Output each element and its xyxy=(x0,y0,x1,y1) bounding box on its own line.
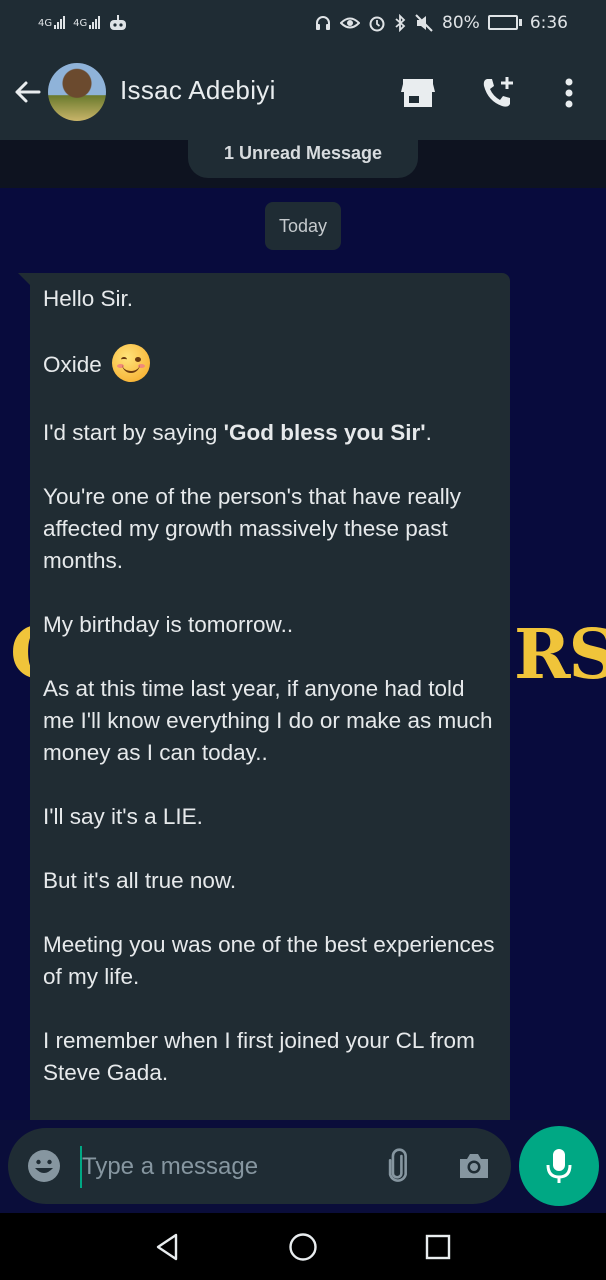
battery-percent: 80% xyxy=(442,12,480,33)
chat-area[interactable]: C RS 1 Unread Message Today Hello Sir. O… xyxy=(0,140,606,1120)
camera-icon[interactable] xyxy=(456,1148,492,1184)
headphones-icon xyxy=(316,15,331,30)
attach-icon[interactable] xyxy=(382,1148,418,1184)
store-icon[interactable] xyxy=(400,75,436,111)
nav-recents-icon[interactable] xyxy=(422,1231,454,1263)
message-line: I remember when I first joined your CL f… xyxy=(43,1028,475,1085)
back-arrow-icon[interactable] xyxy=(12,77,42,107)
message-line: But it's all true now. xyxy=(43,868,237,893)
composer-bar xyxy=(0,1120,606,1213)
network-type-1: 4G xyxy=(38,18,53,29)
bold-text: 'God bless you Sir' xyxy=(223,420,426,445)
status-bar: 4G 4G 80% 6:36 xyxy=(0,0,606,45)
avatar[interactable] xyxy=(48,63,106,121)
message-line: Oxide xyxy=(43,344,497,385)
status-time: 6:36 xyxy=(529,12,568,33)
battery-icon xyxy=(487,15,522,30)
status-left: 4G 4G xyxy=(38,14,128,32)
bluetooth-icon xyxy=(395,13,406,32)
message-line: I'll say it's a LIE. xyxy=(43,804,203,829)
nav-back-icon[interactable] xyxy=(152,1231,184,1263)
background-brand-right: RS xyxy=(514,615,606,695)
system-nav-bar xyxy=(0,1213,606,1280)
message-line: Hello Sir. xyxy=(43,286,134,311)
unread-banner-strip: 1 Unread Message xyxy=(0,140,606,188)
game-controller-icon xyxy=(110,14,127,30)
composer-box xyxy=(8,1128,511,1204)
eye-icon xyxy=(340,17,361,28)
smiling-face-emoji-icon xyxy=(112,344,151,382)
date-label: Today xyxy=(265,202,341,250)
message-line: Meeting you was one of the best experien… xyxy=(43,932,495,989)
chat-header: Issac Adebiyi xyxy=(0,45,606,140)
nav-home-icon[interactable] xyxy=(287,1231,319,1263)
message-line: My birthday is tomorrow.. xyxy=(43,612,294,637)
message-input[interactable] xyxy=(82,1146,372,1188)
message-line: You're one of the person's that have rea… xyxy=(43,484,462,573)
mic-icon xyxy=(546,1149,572,1183)
emoji-icon[interactable] xyxy=(26,1148,62,1184)
mic-button[interactable] xyxy=(519,1126,599,1206)
contact-name[interactable]: Issac Adebiyi xyxy=(120,75,276,106)
signal-icon: 4G xyxy=(38,16,66,29)
status-right: 80% 6:36 xyxy=(314,13,568,33)
more-vert-icon[interactable] xyxy=(555,75,583,111)
message-line: I'd start by saying 'God bless you Sir'. xyxy=(43,420,432,445)
incoming-message-bubble[interactable]: Hello Sir. Oxide I'd start by saying 'Go… xyxy=(30,273,510,1120)
mute-icon xyxy=(415,13,433,32)
add-call-icon[interactable] xyxy=(480,75,516,111)
network-type-2: 4G xyxy=(73,18,88,29)
signal-icon-2: 4G xyxy=(73,16,101,29)
unread-banner: 1 Unread Message xyxy=(188,140,418,178)
alarm-icon xyxy=(369,16,385,31)
message-line: As at this time last year, if anyone had… xyxy=(43,676,493,765)
